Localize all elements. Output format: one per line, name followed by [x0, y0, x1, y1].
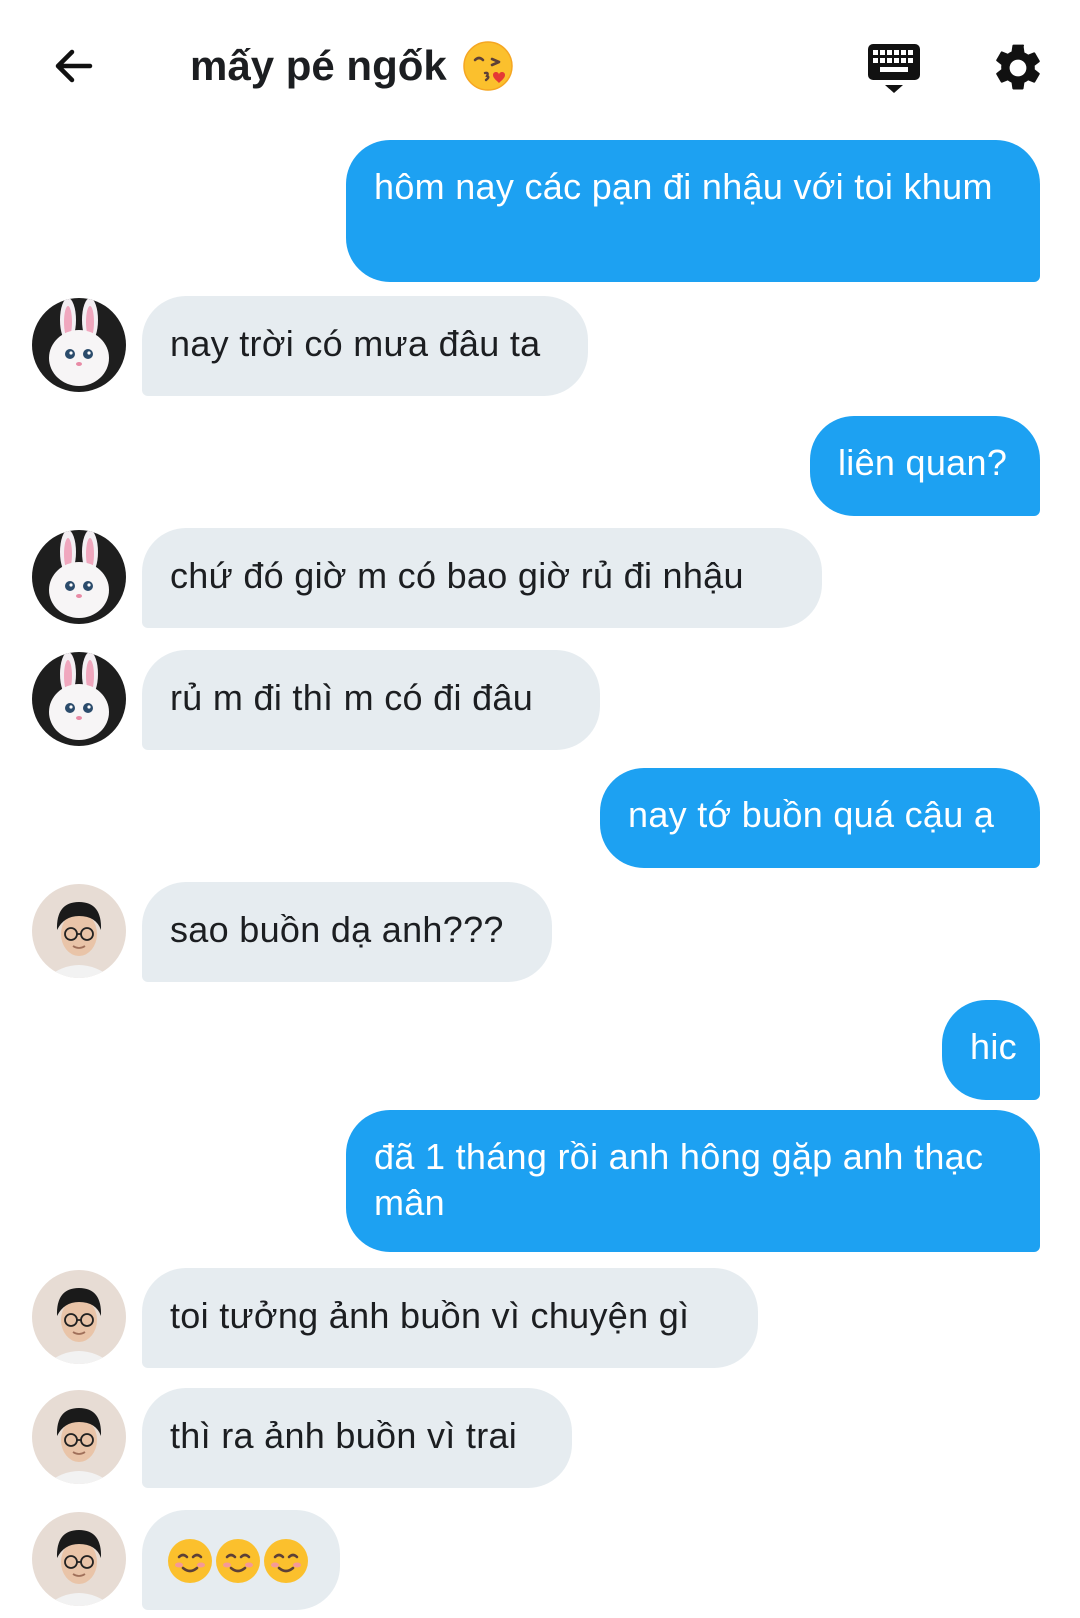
message-text: chứ đó giờ m có bao giờ rủ đi nhậu: [170, 555, 744, 596]
outgoing-message[interactable]: hic: [942, 1000, 1040, 1100]
outgoing-message[interactable]: hôm nay các pạn đi nhậu với toi khum: [346, 140, 1040, 282]
conversation-title[interactable]: mấy pé ngốk: [190, 36, 515, 96]
keyboard-button[interactable]: [864, 40, 924, 100]
avatar[interactable]: [32, 1390, 126, 1484]
message-text: rủ m đi thì m có đi đâu: [170, 677, 534, 718]
arrow-left-icon: [55, 49, 93, 83]
message-text: sao buồn dạ anh???: [170, 909, 504, 950]
message-text: nay trời có mưa đâu ta: [170, 323, 541, 364]
conversation-title-text: mấy pé ngốk: [190, 42, 447, 89]
message-text: thì ra ảnh buồn vì trai: [170, 1415, 518, 1456]
incoming-message[interactable]: toi tưởng ảnh buồn vì chuyện gì: [142, 1268, 758, 1368]
outgoing-message[interactable]: liên quan?: [810, 416, 1040, 516]
message-text: hic: [970, 1026, 1017, 1067]
avatar[interactable]: [32, 530, 126, 624]
avatar[interactable]: [32, 1512, 126, 1606]
incoming-message[interactable]: sao buồn dạ anh???: [142, 882, 552, 982]
incoming-message[interactable]: chứ đó giờ m có bao giờ rủ đi nhậu: [142, 528, 822, 628]
gear-icon: [996, 44, 1040, 90]
outgoing-message[interactable]: nay tớ buồn quá cậu ạ: [600, 768, 1040, 868]
avatar[interactable]: [32, 652, 126, 746]
avatar[interactable]: [32, 1270, 126, 1364]
incoming-message[interactable]: [142, 1510, 340, 1610]
incoming-message[interactable]: rủ m đi thì m có đi đâu: [142, 650, 600, 750]
face-blowing-kiss-icon: [461, 39, 515, 93]
smiling-face-icon: [216, 1539, 260, 1583]
back-button[interactable]: [46, 38, 102, 94]
incoming-message[interactable]: thì ra ảnh buồn vì trai: [142, 1388, 572, 1488]
emoji-row: [166, 1537, 316, 1585]
man-avatar-icon: [32, 1512, 126, 1606]
incoming-message[interactable]: nay trời có mưa đâu ta: [142, 296, 588, 396]
chat-header: mấy pé ngốk: [0, 0, 1080, 128]
message-text: liên quan?: [838, 442, 1008, 483]
bunny-avatar-icon: [32, 530, 126, 624]
man-avatar-icon: [32, 1270, 126, 1364]
message-text: nay tớ buồn quá cậu ạ: [628, 794, 995, 835]
avatar[interactable]: [32, 884, 126, 978]
bunny-avatar-icon: [32, 298, 126, 392]
smiling-face-icon: [168, 1539, 212, 1583]
message-text: toi tưởng ảnh buồn vì chuyện gì: [170, 1295, 690, 1336]
settings-button[interactable]: [990, 40, 1046, 96]
avatar[interactable]: [32, 298, 126, 392]
man-avatar-icon: [32, 1390, 126, 1484]
message-text: hôm nay các pạn đi nhậu với toi khum: [374, 166, 993, 207]
keyboard-icon: [868, 44, 920, 93]
smiling-face-icon: [264, 1539, 308, 1583]
outgoing-message[interactable]: đã 1 tháng rồi anh hông gặp anh thạc mân: [346, 1110, 1040, 1252]
bunny-avatar-icon: [32, 652, 126, 746]
man-avatar-icon: [32, 884, 126, 978]
message-text: đã 1 tháng rồi anh hông gặp anh thạc mân: [374, 1136, 984, 1223]
